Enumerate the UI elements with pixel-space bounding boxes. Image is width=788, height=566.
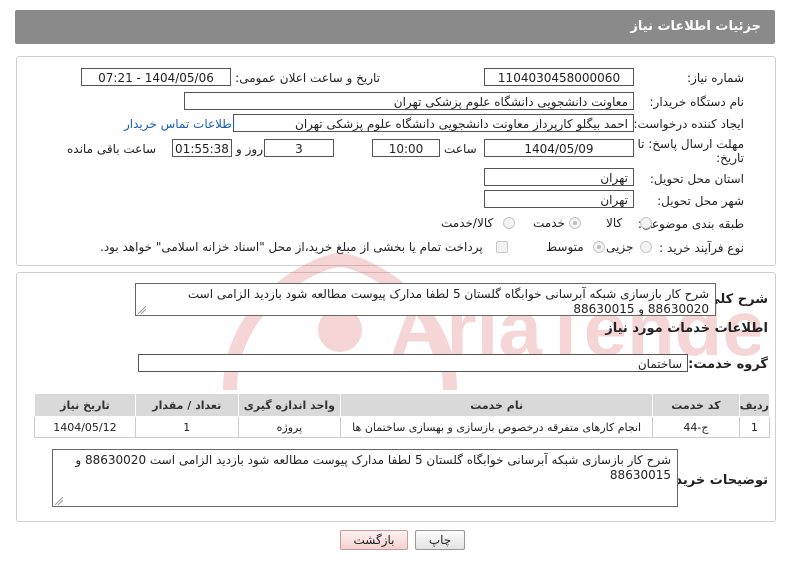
general-description-textarea[interactable]: شرح کار بازسازی شبکه آبرسانی خوابگاه گلس… [135, 283, 716, 316]
buyer-label: نام دستگاه خریدار: [649, 95, 745, 109]
treasury-payment-note: پرداخت تمام یا بخشی از مبلغ خرید،از محل … [100, 240, 483, 254]
cell-need-date: 1404/05/12 [34, 416, 136, 438]
back-button[interactable]: بازگشت [340, 530, 408, 550]
buyer-notes-text: شرح کار بازسازی شبکه آبرسانی خوابگاه گلس… [75, 453, 671, 482]
category-option-goods-service: کالا/خدمت [441, 216, 494, 230]
process-radio-medium[interactable] [593, 241, 605, 253]
category-radio-goods[interactable] [640, 217, 652, 229]
col-row: ردیف [738, 393, 771, 417]
services-table: ردیف کد خدمت نام خدمت واحد اندازه گیری ت… [34, 393, 771, 438]
remaining-days-field[interactable]: 3 [264, 139, 334, 157]
treasury-payment-checkbox[interactable] [496, 241, 508, 253]
cell-quantity: 1 [134, 416, 239, 438]
process-option-minor: جزیی [606, 240, 634, 254]
deadline-label: مهلت ارسال پاسخ: تا [637, 137, 744, 151]
remaining-time-label: ساعت باقی مانده [67, 142, 157, 156]
process-radio-minor[interactable] [640, 241, 652, 253]
service-group-field[interactable]: ساختمان [138, 354, 688, 372]
deadline-date-field[interactable]: 1404/05/09 [484, 139, 634, 157]
city-label: شهر محل تحویل: [657, 194, 744, 208]
creator-field[interactable]: احمد بیگلو کارپرداز معاونت دانشجویی دانش… [233, 114, 634, 132]
city-field[interactable]: تهران [484, 190, 634, 208]
deadline-time-field[interactable]: 10:00 [372, 139, 440, 157]
col-unit: واحد اندازه گیری [237, 393, 342, 417]
days-label: روز و [236, 142, 263, 156]
col-service-name: نام خدمت [340, 393, 654, 417]
cell-service-code: ج-44 [652, 416, 740, 438]
buyer-contact-link[interactable]: اطلاعات تماس خریدار [124, 117, 235, 131]
table-row: 1 ج-44 انجام کارهای متفرقه درخصوص بازساز… [34, 416, 771, 438]
process-type-label: نوع فرآیند خرید : [659, 241, 744, 255]
print-button[interactable]: چاپ [415, 530, 465, 550]
col-quantity: تعداد / مقدار [134, 393, 239, 417]
category-radio-goods-service[interactable] [503, 217, 515, 229]
need-number-label: شماره نیاز: [687, 71, 744, 85]
province-label: استان محل تحویل: [649, 172, 744, 186]
deadline-time-label: ساعت [444, 142, 477, 156]
creator-label: ایجاد کننده درخواست: [633, 117, 744, 131]
resize-grip-icon[interactable] [55, 497, 63, 505]
services-table-header: ردیف کد خدمت نام خدمت واحد اندازه گیری ت… [34, 393, 771, 417]
province-field[interactable]: تهران [484, 168, 634, 186]
category-option-goods: کالا [606, 216, 623, 230]
service-group-label: گروه خدمت: [688, 357, 768, 372]
general-description-text: شرح کار بازسازی شبکه آبرسانی خوابگاه گلس… [187, 287, 709, 316]
buyer-field[interactable]: معاونت دانشجویی دانشگاه علوم پزشکی تهران [184, 92, 634, 110]
category-label: طبقه بندی موضوعی: [637, 217, 744, 231]
need-number-field[interactable]: 1104030458000060 [484, 68, 634, 86]
page-title: جزئیات اطلاعات نیاز [630, 19, 761, 34]
category-radio-service[interactable] [569, 217, 581, 229]
remaining-time-field[interactable]: 01:55:38 [172, 139, 232, 157]
col-service-code: کد خدمت [652, 393, 740, 417]
announce-date-label: تاریخ و ساعت اعلان عمومی: [235, 71, 380, 85]
announce-date-field[interactable]: 1404/05/06 - 07:21 [81, 68, 231, 86]
col-need-date: تاریخ نیاز [34, 393, 136, 417]
services-section-title: اطلاعات خدمات مورد نیاز [605, 321, 768, 336]
category-option-service: خدمت [533, 216, 565, 230]
cell-row: 1 [738, 416, 771, 438]
cell-service-name: انجام کارهای متفرقه درخصوص بازسازی و بهس… [340, 416, 654, 438]
buyer-notes-textarea[interactable]: شرح کار بازسازی شبکه آبرسانی خوابگاه گلس… [52, 449, 678, 507]
resize-grip-icon[interactable] [138, 306, 146, 314]
deadline-label-date: تاریخ: [716, 151, 744, 165]
cell-unit: پروژه [237, 416, 342, 438]
process-option-medium: متوسط [546, 240, 584, 254]
page-header: جزئیات اطلاعات نیاز [15, 10, 775, 44]
need-info-panel [16, 56, 776, 266]
